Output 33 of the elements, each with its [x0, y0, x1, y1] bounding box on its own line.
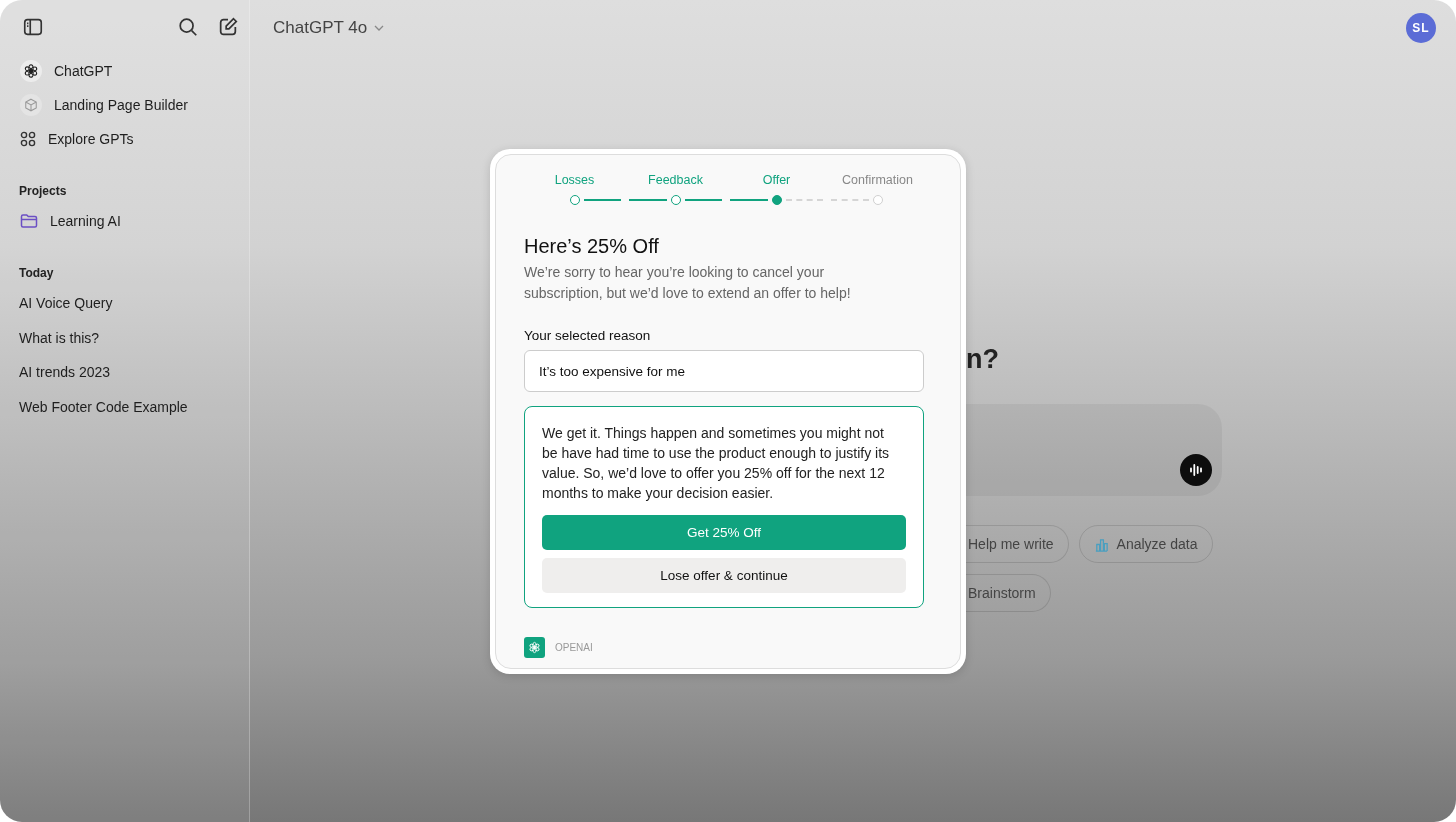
model-selector[interactable]: ChatGPT 4o — [273, 18, 386, 38]
chart-icon — [1093, 536, 1109, 552]
project-item[interactable]: Learning AI — [10, 204, 249, 238]
sidebar-item[interactable]: Explore GPTs — [10, 122, 249, 156]
decline-offer-button[interactable]: Lose offer & continue — [542, 558, 906, 593]
logo-icon — [524, 637, 545, 658]
dialog-title: Here’s 25% Off — [524, 235, 660, 258]
offer-text: We get it. Things happen and sometimes you might not be have had time to use the product enough to justify its value. So, we’d love to offer you 25% off for the next 12 months to make your decision easier. — [542, 424, 891, 503]
greeting-heading: n? — [966, 344, 1000, 374]
message-composer[interactable] — [966, 404, 1222, 496]
sidebar-item[interactable]: ChatGPT — [10, 54, 249, 88]
waveform-icon — [1188, 462, 1204, 478]
voice-button[interactable] — [1180, 454, 1212, 486]
folder-icon — [20, 213, 38, 229]
logo-icon — [23, 63, 39, 79]
chat-history-item[interactable]: Web Footer Code Example — [10, 389, 249, 424]
dialog-subtitle: We’re sorry to hear you’re looking to cancel your subscription, but we’d love to extend an offer to help! — [524, 263, 852, 303]
reason-field[interactable]: It’s too expensive for me — [524, 350, 924, 392]
sidebar-item[interactable]: Landing Page Builder — [10, 88, 249, 122]
grid-icon — [20, 131, 36, 147]
field-label: Your selected reason — [524, 328, 652, 343]
step-label: Confirmation — [842, 173, 913, 189]
step-label: Feedback — [648, 173, 703, 189]
chat-history-item[interactable]: AI Voice Query — [10, 286, 249, 321]
cube-icon — [24, 98, 38, 112]
section-heading: Projects — [18, 183, 68, 200]
step-label: Offer — [762, 173, 791, 189]
chat-history-item[interactable]: What is this? — [10, 320, 249, 355]
section-heading: Today — [18, 265, 55, 282]
chat-history-item[interactable]: AI trends 2023 — [10, 355, 249, 390]
user-avatar[interactable]: SL — [1406, 13, 1436, 43]
footer-brand: OPENAI — [555, 642, 593, 653]
step-label: Losses — [554, 173, 595, 189]
